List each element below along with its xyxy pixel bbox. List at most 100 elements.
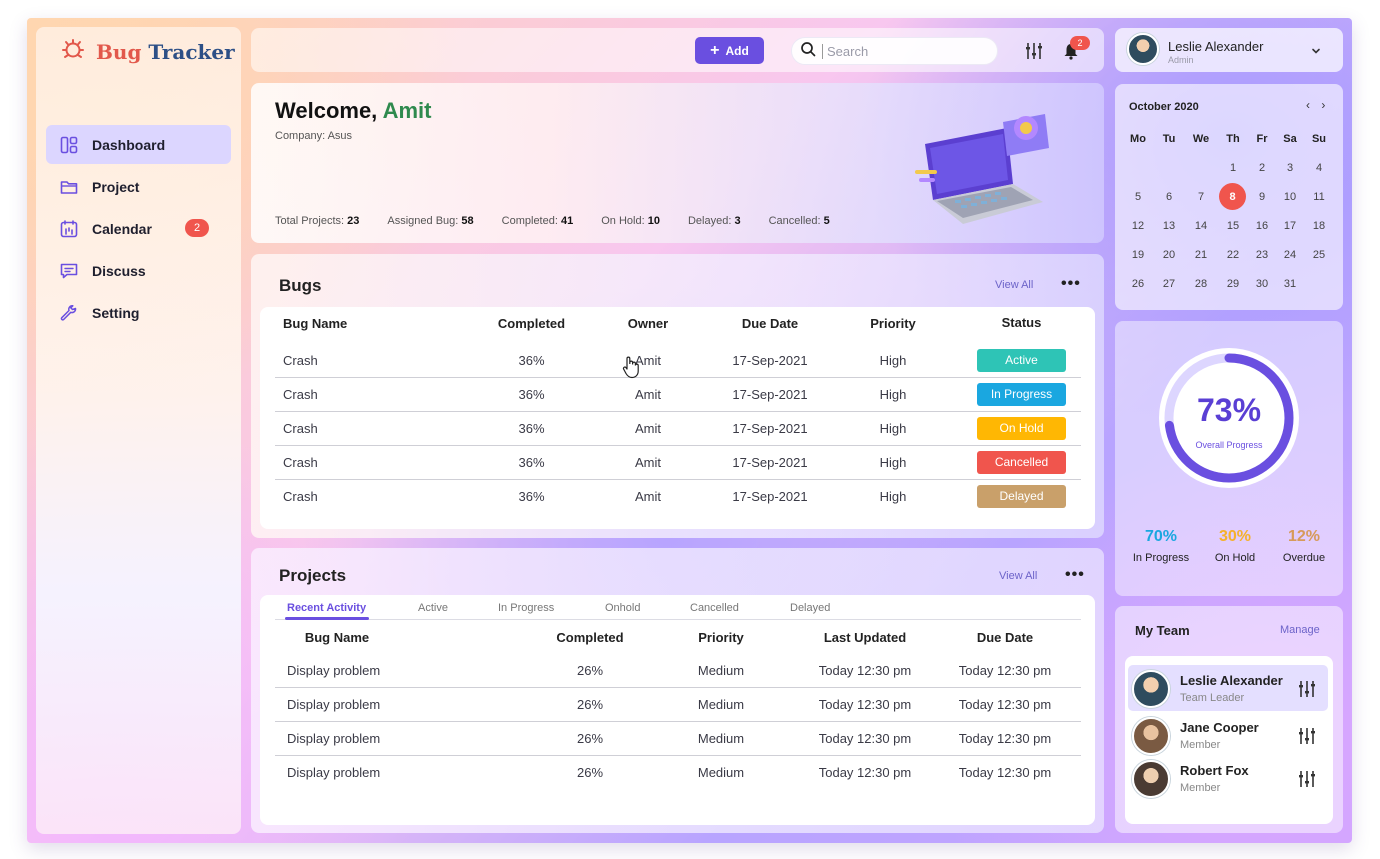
column-header: Priority bbox=[698, 630, 744, 645]
filter-icon[interactable] bbox=[1025, 42, 1043, 65]
member-settings-icon[interactable] bbox=[1298, 770, 1316, 793]
calendar-day[interactable]: 16 bbox=[1247, 220, 1277, 232]
sidebar-item-setting[interactable]: Setting bbox=[46, 293, 231, 332]
completed-cell: 26% bbox=[576, 731, 604, 746]
tab-recent-activity[interactable]: Recent Activity bbox=[287, 602, 366, 614]
bug-name-cell: Crash bbox=[283, 353, 318, 368]
calendar-day[interactable]: 13 bbox=[1154, 220, 1184, 232]
logo-text: Bug Tracker bbox=[96, 39, 235, 64]
sidebar-item-dashboard[interactable]: Dashboard bbox=[46, 125, 231, 164]
tab-in-progress[interactable]: In Progress bbox=[498, 602, 554, 614]
due-date-cell: Today 12:30 pm bbox=[958, 697, 1052, 712]
due-date-cell: 17-Sep-2021 bbox=[732, 387, 808, 402]
calendar-day-selected[interactable]: 8 bbox=[1219, 183, 1246, 210]
priority-cell: High bbox=[879, 489, 907, 504]
bugs-more-icon[interactable]: ••• bbox=[1061, 275, 1081, 293]
priority-cell: High bbox=[879, 353, 907, 368]
logo[interactable]: Bug Tracker bbox=[60, 36, 235, 67]
table-row[interactable]: Display problem 26% Medium Today 12:30 p… bbox=[275, 688, 1081, 722]
status-badge[interactable]: In Progress bbox=[977, 383, 1066, 406]
table-row[interactable]: Display problem 26% Medium Today 12:30 p… bbox=[275, 756, 1081, 790]
calendar-day[interactable]: 28 bbox=[1186, 278, 1216, 290]
calendar-day[interactable]: 17 bbox=[1275, 220, 1305, 232]
progress-label: Overall Progress bbox=[1195, 440, 1263, 450]
team-title: My Team bbox=[1135, 623, 1190, 638]
chevron-right-icon[interactable]: › bbox=[1321, 98, 1325, 112]
status-badge[interactable]: Active bbox=[977, 349, 1066, 372]
calendar-day[interactable]: 18 bbox=[1304, 220, 1334, 232]
projects-more-icon[interactable]: ••• bbox=[1065, 566, 1085, 584]
calendar-day[interactable]: 6 bbox=[1154, 191, 1184, 203]
table-row[interactable]: Crash 36% Amit 17-Sep-2021 High Cancelle… bbox=[275, 446, 1081, 480]
calendar-day[interactable]: 5 bbox=[1123, 191, 1153, 203]
completed-cell: 36% bbox=[518, 455, 545, 470]
calendar-day[interactable]: 1 bbox=[1218, 162, 1248, 174]
status-badge[interactable]: On Hold bbox=[977, 417, 1066, 440]
calendar-day[interactable]: 20 bbox=[1154, 249, 1184, 261]
add-button[interactable]: + Add bbox=[695, 37, 764, 64]
weekday-label: We bbox=[1192, 133, 1210, 145]
weekday-label: Su bbox=[1311, 133, 1327, 145]
team-member[interactable]: Leslie Alexander Team Leader bbox=[1128, 665, 1328, 711]
calendar-day[interactable]: 7 bbox=[1186, 191, 1216, 203]
calendar-day[interactable]: 19 bbox=[1123, 249, 1153, 261]
calendar-day[interactable]: 21 bbox=[1186, 249, 1216, 261]
calendar-day[interactable]: 3 bbox=[1275, 162, 1305, 174]
table-row[interactable]: Crash 36% Amit 17-Sep-2021 High On Hold bbox=[275, 412, 1081, 446]
calendar-day[interactable]: 9 bbox=[1247, 191, 1277, 203]
due-date-cell: Today 12:30 pm bbox=[958, 731, 1052, 746]
calendar-nav: ‹ › bbox=[1306, 98, 1325, 112]
chevron-down-icon[interactable] bbox=[1310, 44, 1322, 62]
calendar-day[interactable]: 2 bbox=[1247, 162, 1277, 174]
calendar-day[interactable]: 29 bbox=[1218, 278, 1248, 290]
table-row[interactable]: Display problem 26% Medium Today 12:30 p… bbox=[275, 722, 1081, 756]
member-settings-icon[interactable] bbox=[1298, 727, 1316, 750]
calendar-day[interactable]: 12 bbox=[1123, 220, 1153, 232]
calendar-day[interactable]: 22 bbox=[1218, 249, 1248, 261]
calendar-day[interactable]: 24 bbox=[1275, 249, 1305, 261]
due-date-cell: Today 12:30 pm bbox=[958, 663, 1052, 678]
calendar-day[interactable]: 25 bbox=[1304, 249, 1334, 261]
calendar-day[interactable]: 23 bbox=[1247, 249, 1277, 261]
calendar-day[interactable]: 30 bbox=[1247, 278, 1277, 290]
calendar-day[interactable]: 11 bbox=[1304, 191, 1334, 203]
team-member[interactable]: Robert Fox Member bbox=[1128, 755, 1328, 801]
bug-name-cell: Display problem bbox=[287, 697, 381, 712]
calendar-day[interactable]: 4 bbox=[1304, 162, 1334, 174]
bug-name-cell: Crash bbox=[283, 455, 318, 470]
calendar-day[interactable]: 26 bbox=[1123, 278, 1153, 290]
calendar-day[interactable]: 15 bbox=[1218, 220, 1248, 232]
calendar-day[interactable]: 31 bbox=[1275, 278, 1305, 290]
tab-onhold[interactable]: Onhold bbox=[605, 602, 640, 614]
manage-team-link[interactable]: Manage bbox=[1280, 624, 1320, 636]
stat-on-hold: 30% On Hold bbox=[1214, 528, 1256, 564]
calendar-day[interactable]: 10 bbox=[1275, 191, 1305, 203]
table-row[interactable]: Display problem 26% Medium Today 12:30 p… bbox=[275, 654, 1081, 688]
column-header: Status bbox=[1001, 315, 1042, 330]
member-settings-icon[interactable] bbox=[1298, 680, 1316, 703]
calendar-day[interactable]: 14 bbox=[1186, 220, 1216, 232]
projects-view-all-link[interactable]: View All bbox=[999, 570, 1037, 582]
sidebar-item-discuss[interactable]: Discuss bbox=[46, 251, 231, 290]
calendar-day[interactable]: 27 bbox=[1154, 278, 1184, 290]
calendar-icon bbox=[60, 219, 78, 238]
tab-delayed[interactable]: Delayed bbox=[790, 602, 830, 614]
table-row[interactable]: Crash 36% Amit 17-Sep-2021 High Active bbox=[275, 344, 1081, 378]
tab-cancelled[interactable]: Cancelled bbox=[690, 602, 739, 614]
table-row[interactable]: Crash 36% Amit 17-Sep-2021 High Delayed bbox=[275, 480, 1081, 514]
bug-name-cell: Crash bbox=[283, 489, 318, 504]
status-badge[interactable]: Cancelled bbox=[977, 451, 1066, 474]
last-updated-cell: Today 12:30 pm bbox=[818, 697, 912, 712]
status-badge[interactable]: Delayed bbox=[977, 485, 1066, 508]
completed-cell: 26% bbox=[576, 697, 604, 712]
team-member[interactable]: Jane Cooper Member bbox=[1128, 712, 1328, 758]
search-input[interactable] bbox=[822, 43, 982, 59]
chevron-left-icon[interactable]: ‹ bbox=[1306, 98, 1310, 112]
sidebar-item-label: Discuss bbox=[92, 262, 146, 279]
bugs-view-all-link[interactable]: View All bbox=[995, 279, 1033, 291]
table-row[interactable]: Crash 36% Amit 17-Sep-2021 High In Progr… bbox=[275, 378, 1081, 412]
tab-active[interactable]: Active bbox=[418, 602, 448, 614]
user-role: Admin bbox=[1168, 55, 1194, 65]
sidebar-item-calendar[interactable]: Calendar 2 bbox=[46, 209, 231, 248]
sidebar-item-project[interactable]: Project bbox=[46, 167, 231, 206]
